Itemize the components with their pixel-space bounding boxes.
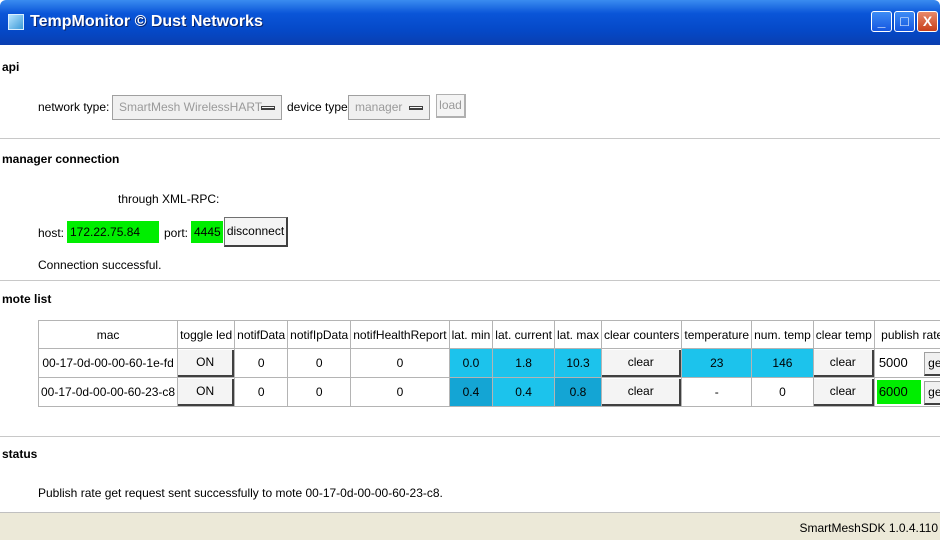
lat-min-value: 0.4 bbox=[448, 377, 494, 407]
column-header-publish-rate: publish rate (ms) bbox=[873, 320, 940, 349]
num-temp-value: 0 bbox=[751, 377, 814, 407]
disconnect-button[interactable]: disconnect bbox=[224, 217, 288, 247]
column-header-notifdata: notifData bbox=[234, 320, 289, 349]
close-icon[interactable]: X bbox=[917, 11, 938, 32]
column-header-lat-max: lat. max bbox=[553, 320, 603, 349]
column-header-toggle-led: toggle led bbox=[177, 320, 236, 349]
port-label: port: bbox=[164, 226, 189, 240]
column-header-notifhealthreport: notifHealthReport bbox=[350, 320, 450, 349]
status-message: Publish rate get request sent successful… bbox=[38, 486, 443, 500]
publish-rate-cell: 5000 getset bbox=[873, 348, 940, 378]
column-header-num-temp: num. temp bbox=[751, 320, 814, 349]
notifipdata-count: 0 bbox=[287, 348, 352, 378]
title-bar: TempMonitor © Dust Networks _ □ X bbox=[0, 0, 940, 45]
notifdata-count: 0 bbox=[234, 377, 289, 407]
network-type-value: SmartMesh WirelessHART bbox=[119, 100, 263, 114]
minimize-icon[interactable]: _ bbox=[871, 11, 892, 32]
num-temp-value: 146 bbox=[751, 348, 814, 378]
toggle-led-button[interactable]: ON bbox=[178, 349, 235, 377]
divider bbox=[0, 138, 940, 139]
notifipdata-count: 0 bbox=[287, 377, 352, 407]
notifdata-count: 0 bbox=[234, 348, 289, 378]
divider bbox=[0, 436, 940, 437]
get-button[interactable]: get bbox=[924, 351, 940, 376]
sdk-version: SmartMeshSDK 1.0.4.110 bbox=[799, 521, 938, 535]
host-input[interactable]: 172.22.75.84 bbox=[67, 221, 159, 243]
status-bar: SmartMeshSDK 1.0.4.110 bbox=[0, 512, 940, 540]
column-header-clear-temp: clear temp bbox=[812, 320, 875, 349]
publish-rate-input[interactable]: 6000 bbox=[876, 379, 921, 404]
device-type-value: manager bbox=[355, 100, 403, 114]
toggle-led-button[interactable]: ON bbox=[178, 378, 235, 406]
status-section-label: status bbox=[2, 447, 38, 461]
network-type-label: network type: bbox=[38, 100, 110, 114]
publish-rate-input[interactable]: 5000 bbox=[877, 351, 921, 375]
api-section-label: api bbox=[2, 60, 20, 74]
dropdown-arrow-icon bbox=[261, 106, 275, 110]
lat-max-value: 10.3 bbox=[553, 348, 603, 378]
notifhealth-count: 0 bbox=[350, 348, 450, 378]
get-button[interactable]: get bbox=[924, 380, 940, 405]
maximize-icon[interactable]: □ bbox=[894, 11, 915, 32]
clear-counters-button[interactable]: clear bbox=[602, 349, 682, 377]
port-input[interactable]: 4445 bbox=[191, 221, 223, 243]
mote-table: mac toggle led notifData notifIpData not… bbox=[37, 320, 940, 407]
notifhealth-count: 0 bbox=[350, 377, 450, 407]
clear-counters-button[interactable]: clear bbox=[602, 378, 682, 406]
app-icon bbox=[8, 14, 24, 30]
mote-mac: 00-17-0d-00-00-60-23-c8 bbox=[37, 377, 179, 407]
load-button[interactable]: load bbox=[436, 94, 466, 118]
through-xmlrpc-label: through XML-RPC: bbox=[118, 192, 220, 206]
network-type-select[interactable]: SmartMesh WirelessHART bbox=[112, 95, 282, 120]
lat-min-value: 0.0 bbox=[448, 348, 494, 378]
table-header: mac toggle led notifData notifIpData not… bbox=[37, 320, 940, 349]
column-header-temperature: temperature bbox=[681, 320, 753, 349]
window-title: TempMonitor © Dust Networks bbox=[30, 13, 263, 30]
device-type-label: device type: bbox=[287, 100, 352, 114]
mote-list-label: mote list bbox=[2, 292, 52, 306]
column-header-notifipdata: notifIpData bbox=[287, 320, 352, 349]
clear-temp-button[interactable]: clear bbox=[813, 378, 874, 406]
column-header-clear-counters: clear counters bbox=[601, 320, 683, 349]
host-label: host: bbox=[38, 226, 65, 240]
column-header-mac: mac bbox=[37, 320, 179, 349]
device-type-select[interactable]: manager bbox=[348, 95, 430, 120]
dropdown-arrow-icon bbox=[409, 106, 423, 110]
manager-connection-label: manager connection bbox=[2, 152, 120, 166]
temperature-value: - bbox=[681, 377, 753, 407]
connection-message: Connection successful. bbox=[38, 258, 162, 272]
table-row: 00-17-0d-00-00-60-1e-fd ON 0 0 0 0.0 1.8… bbox=[37, 348, 940, 378]
divider bbox=[0, 280, 940, 281]
column-header-lat-min: lat. min bbox=[448, 320, 494, 349]
clear-temp-button[interactable]: clear bbox=[813, 349, 874, 377]
table-row: 00-17-0d-00-00-60-23-c8 ON 0 0 0 0.4 0.4… bbox=[37, 377, 940, 407]
lat-current-value: 1.8 bbox=[492, 348, 555, 378]
publish-rate-cell: 6000 getset bbox=[873, 377, 940, 407]
mote-mac: 00-17-0d-00-00-60-1e-fd bbox=[37, 348, 179, 378]
lat-current-value: 0.4 bbox=[492, 377, 555, 407]
column-header-lat-current: lat. current bbox=[492, 320, 555, 349]
temperature-value: 23 bbox=[681, 348, 753, 378]
lat-max-value: 0.8 bbox=[553, 377, 603, 407]
